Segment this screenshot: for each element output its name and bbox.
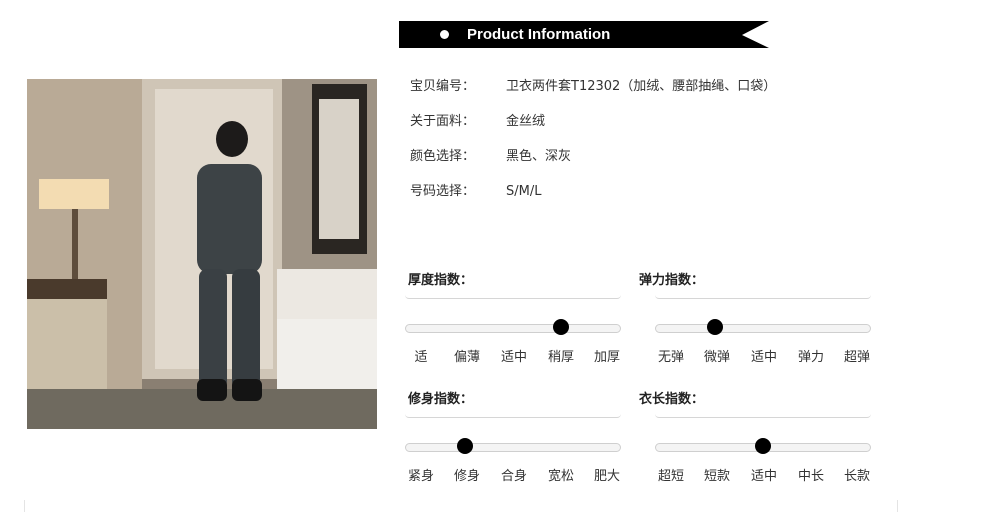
gauge-label: 紧身 — [407, 469, 435, 484]
gauge-labels: 超短 短款 适中 中长 长款 — [655, 465, 873, 484]
length-gauge: 衣长指数： 超短 短款 适中 中长 长款 — [639, 391, 873, 491]
info-label: 关于面料： — [410, 114, 476, 129]
info-label: 宝贝编号： — [410, 79, 476, 94]
elasticity-gauge: 弹力指数： 无弹 微弹 适中 弹力 超弹 — [639, 272, 873, 372]
info-label: 颜色选择： — [410, 149, 476, 164]
gauge-label: 微弹 — [703, 350, 731, 365]
gauge-labels: 紧身 修身 合身 宽松 肥大 — [405, 465, 623, 484]
gauge-label: 适中 — [750, 469, 778, 484]
gauge-label: 宽松 — [547, 469, 575, 484]
gauge-title: 修身指数： — [408, 392, 474, 407]
gauge-label: 弹力 — [797, 350, 825, 365]
gauge-title: 厚度指数： — [408, 273, 474, 288]
gauge-knob — [707, 319, 724, 335]
gauge-label: 无弹 — [657, 350, 685, 365]
gauge-label: 适中 — [750, 350, 778, 365]
thickness-gauge: 厚度指数： 适 偏薄 适中 稍厚 加厚 — [405, 272, 623, 372]
gauge-track — [405, 324, 621, 333]
info-value: S/M/L — [506, 184, 542, 199]
gauge-label: 短款 — [703, 469, 731, 484]
info-label: 号码选择： — [410, 184, 476, 199]
gauge-divider — [405, 413, 621, 418]
gauge-label: 超弹 — [843, 350, 871, 365]
gauge-divider — [655, 294, 871, 299]
edge-divider — [897, 500, 898, 512]
gauge-knob — [755, 438, 771, 454]
product-photo — [27, 79, 377, 429]
gauge-knob — [457, 438, 474, 454]
banner-title: Product Information — [467, 26, 611, 43]
gauge-track — [405, 443, 621, 452]
gauge-label: 合身 — [500, 469, 528, 484]
gauge-label: 稍厚 — [547, 350, 575, 365]
fit-gauge: 修身指数： 紧身 修身 合身 宽松 肥大 — [405, 391, 623, 491]
gauge-knob — [552, 319, 569, 335]
gauge-track — [655, 324, 871, 333]
gauge-labels: 适 偏薄 适中 稍厚 加厚 — [405, 346, 623, 365]
bullet-icon — [440, 30, 449, 39]
gauge-label: 适中 — [500, 350, 528, 365]
info-value: 卫衣两件套T12302（加绒、腰部抽绳、口袋） — [506, 79, 777, 94]
gauge-label: 中长 — [797, 469, 825, 484]
gauge-title: 衣长指数： — [639, 392, 705, 407]
gauge-label: 肥大 — [593, 469, 621, 484]
gauge-labels: 无弹 微弹 适中 弹力 超弹 — [655, 346, 873, 365]
gauge-label: 适 — [414, 350, 428, 365]
gauge-title: 弹力指数： — [639, 273, 705, 288]
gauge-divider — [655, 413, 871, 418]
gauge-label: 偏薄 — [453, 350, 481, 365]
edge-divider — [24, 500, 25, 512]
info-value: 黑色、深灰 — [506, 149, 572, 164]
section-banner: Product Information — [399, 21, 769, 48]
gauge-label: 修身 — [453, 469, 481, 484]
gauge-label: 加厚 — [593, 350, 621, 365]
gauge-label: 长款 — [843, 469, 871, 484]
info-value: 金丝绒 — [506, 114, 546, 129]
gauge-label: 超短 — [657, 469, 685, 484]
gauge-divider — [405, 294, 621, 299]
